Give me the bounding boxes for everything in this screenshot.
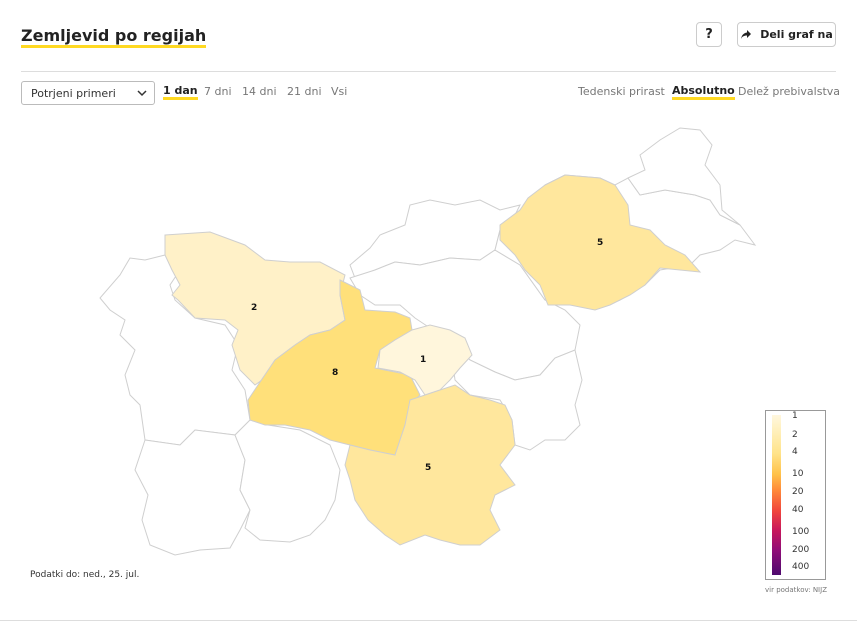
- data-source: vir podatkov: NIJZ: [765, 586, 827, 594]
- legend-label: 40: [792, 505, 804, 515]
- legend-gradient: [772, 415, 781, 575]
- label-jugovzhodna: 5: [425, 463, 431, 473]
- data-date: Podatki do: ned., 25. jul.: [30, 570, 140, 580]
- label-osrednjeslovenska: 8: [332, 368, 338, 378]
- legend-label: 4: [792, 447, 798, 457]
- legend-label: 20: [792, 487, 804, 497]
- bottom-divider: [0, 620, 857, 621]
- region-obalno-kraska[interactable]: [134, 429, 251, 556]
- color-legend: 1 2 4 10 20 40 100 200 400: [765, 410, 826, 580]
- legend-label: 2: [792, 430, 798, 440]
- legend-label: 10: [792, 469, 804, 479]
- label-pomurska: 5: [597, 238, 603, 248]
- label-gorenjska: 2: [251, 303, 257, 313]
- legend-label: 400: [792, 562, 810, 572]
- region-primorsko-notranjska[interactable]: [234, 419, 341, 543]
- legend-label: 1: [792, 411, 798, 421]
- label-zasavska: 1: [420, 355, 426, 365]
- slovenia-map: 2 8 1 5 5: [99, 127, 757, 556]
- legend-label: 100: [792, 527, 810, 537]
- legend-label: 200: [792, 545, 810, 555]
